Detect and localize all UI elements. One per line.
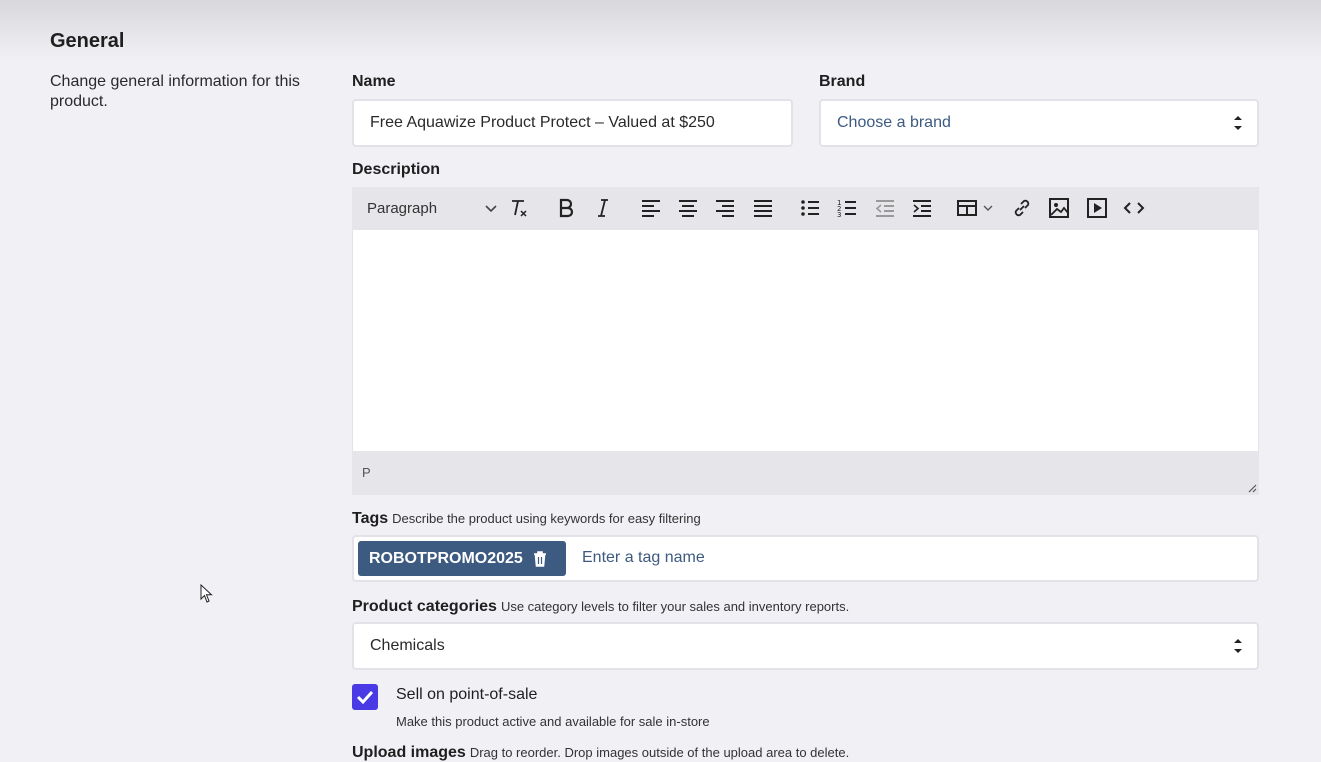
top-shadow <box>0 0 1321 60</box>
categories-label: Product categories Use category levels to… <box>352 598 849 616</box>
block-format-dropdown[interactable]: Paragraph <box>367 200 497 217</box>
categories-hint: Use category levels to filter your sales… <box>500 599 850 614</box>
brand-select[interactable]: Choose a brand <box>819 99 1259 147</box>
tags-label: Tags Describe the product using keywords … <box>352 510 701 528</box>
name-input[interactable]: Free Aquawize Product Protect – Valued a… <box>352 99 793 147</box>
source-code-icon[interactable] <box>1122 196 1146 220</box>
categories-select[interactable]: Chemicals <box>352 622 1259 670</box>
upload-images-label: Upload images Drag to reorder. Drop image… <box>352 744 849 762</box>
categories-label-text: Product categories <box>352 598 497 615</box>
checkmark-icon <box>356 690 374 704</box>
media-icon[interactable] <box>1085 196 1109 220</box>
resize-handle-icon[interactable] <box>1247 483 1257 493</box>
pos-checkbox[interactable] <box>352 684 378 710</box>
select-arrows-icon <box>1234 116 1242 130</box>
outdent-icon[interactable] <box>873 196 897 220</box>
link-icon[interactable] <box>1010 196 1034 220</box>
tags-input[interactable]: ROBOTPROMO2025 Enter a tag name <box>352 535 1259 582</box>
italic-icon[interactable] <box>591 196 615 220</box>
tag-chip-label: ROBOTPROMO2025 <box>369 549 523 567</box>
editor-statusbar: P <box>352 451 1259 495</box>
name-input-value: Free Aquawize Product Protect – Valued a… <box>370 114 715 131</box>
trash-icon[interactable] <box>533 550 547 567</box>
section-description: Change general information for this prod… <box>50 73 300 110</box>
bullet-list-icon[interactable] <box>798 196 822 220</box>
align-right-icon[interactable] <box>713 196 737 220</box>
description-label: Description <box>352 161 441 178</box>
select-arrows-icon <box>1234 639 1242 653</box>
block-format-value: Paragraph <box>367 200 438 217</box>
chevron-down-icon <box>485 204 497 212</box>
description-editor[interactable] <box>352 230 1259 451</box>
align-justify-icon[interactable] <box>751 196 775 220</box>
tags-hint: Describe the product using keywords for … <box>392 511 701 526</box>
align-center-icon[interactable] <box>676 196 700 220</box>
tags-label-text: Tags <box>352 510 389 527</box>
indent-icon[interactable] <box>910 196 934 220</box>
bold-icon[interactable] <box>554 196 578 220</box>
numbered-list-icon[interactable]: 123 <box>835 196 859 220</box>
brand-select-placeholder: Choose a brand <box>837 114 951 131</box>
name-label: Name <box>352 73 396 90</box>
brand-label: Brand <box>819 73 866 90</box>
align-left-icon[interactable] <box>639 196 663 220</box>
mouse-cursor-icon <box>200 584 213 603</box>
image-icon[interactable] <box>1047 196 1071 220</box>
upload-images-label-text: Upload images <box>352 744 466 761</box>
tag-input-placeholder: Enter a tag name <box>582 549 705 566</box>
pos-checkbox-hint: Make this product active and available f… <box>396 714 710 729</box>
table-icon[interactable] <box>956 196 998 220</box>
tag-chip: ROBOTPROMO2025 <box>358 541 566 576</box>
element-path[interactable]: P <box>362 465 371 480</box>
pos-checkbox-label[interactable]: Sell on point-of-sale <box>396 686 537 704</box>
clear-formatting-icon[interactable] <box>507 196 531 220</box>
section-title: General <box>50 30 125 52</box>
categories-select-value: Chemicals <box>370 637 445 654</box>
upload-images-hint: Drag to reorder. Drop images outside of … <box>469 745 850 760</box>
svg-text:3: 3 <box>837 211 841 219</box>
